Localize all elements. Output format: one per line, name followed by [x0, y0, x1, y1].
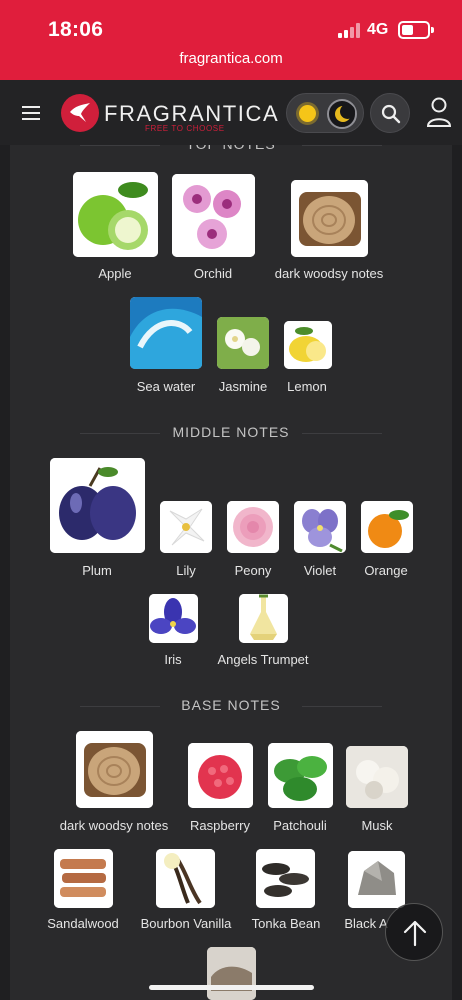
home-indicator[interactable] [149, 985, 314, 990]
note-label: Musk [361, 818, 393, 833]
note-label: Black A [344, 916, 388, 931]
note-image[interactable] [130, 297, 202, 369]
note-label: Lemon [287, 379, 327, 394]
note-label: Angels Trumpet [217, 652, 309, 667]
note-image[interactable] [188, 743, 253, 808]
note-image[interactable] [217, 317, 269, 369]
note-label: Jasmine [218, 379, 268, 394]
note-image[interactable] [227, 501, 279, 553]
hummingbird-logo-icon[interactable] [61, 94, 99, 132]
note-label: Tonka Bean [251, 916, 321, 931]
note-label: Orchid [193, 266, 233, 281]
note-image[interactable] [149, 594, 198, 643]
hamburger-icon[interactable] [22, 106, 40, 120]
note-image[interactable] [256, 849, 315, 908]
note-image[interactable] [348, 851, 405, 908]
note-image[interactable] [50, 458, 145, 553]
note-image[interactable] [291, 180, 368, 257]
signal-icon [338, 23, 362, 38]
scroll-to-top-button[interactable] [385, 903, 443, 961]
note-label: dark woodsy notes [274, 266, 384, 281]
site-header: FRAGRANTICA FREE TO CHOOSE [0, 80, 462, 145]
note-label: Apple [98, 266, 132, 281]
note-image[interactable] [346, 746, 408, 808]
note-label: Sandalwood [47, 916, 119, 931]
note-image[interactable] [207, 947, 256, 1000]
note-label: Raspberry [190, 818, 250, 833]
battery-icon [398, 21, 434, 39]
status-bar: 18:06 4G fragrantica.com [0, 0, 462, 80]
note-image[interactable] [239, 594, 288, 643]
note-label: Iris [164, 652, 182, 667]
user-icon[interactable] [426, 96, 452, 128]
brand-tagline: FREE TO CHOOSE [145, 124, 225, 133]
note-image[interactable] [54, 849, 113, 908]
sun-icon [299, 105, 316, 122]
note-label: Plum [82, 563, 112, 578]
note-image[interactable] [361, 501, 413, 553]
note-image[interactable] [268, 743, 333, 808]
note-label: dark woodsy notes [59, 818, 169, 833]
search-button[interactable] [370, 93, 410, 133]
clock: 18:06 [48, 18, 104, 41]
note-label: Sea water [136, 379, 196, 394]
note-label: Bourbon Vanilla [140, 916, 232, 931]
note-label: Lily [176, 563, 196, 578]
note-label: Orange [364, 563, 408, 578]
note-image[interactable] [284, 321, 332, 369]
search-icon [381, 104, 401, 124]
address-bar[interactable]: fragrantica.com [0, 50, 462, 67]
arrow-up-icon [403, 920, 427, 947]
note-image[interactable] [73, 172, 158, 257]
note-image[interactable] [160, 501, 212, 553]
moon-icon [327, 99, 357, 129]
base-notes-heading: BASE NOTES [0, 697, 462, 713]
note-image[interactable] [76, 731, 153, 808]
middle-notes-heading: MIDDLE NOTES [0, 424, 462, 440]
theme-toggle[interactable] [286, 93, 364, 133]
note-image[interactable] [294, 501, 346, 553]
network-type: 4G [367, 21, 389, 38]
note-image[interactable] [156, 849, 215, 908]
note-image[interactable] [172, 174, 255, 257]
note-label: Violet [303, 563, 337, 578]
note-label: Patchouli [273, 818, 327, 833]
note-label: Peony [234, 563, 272, 578]
